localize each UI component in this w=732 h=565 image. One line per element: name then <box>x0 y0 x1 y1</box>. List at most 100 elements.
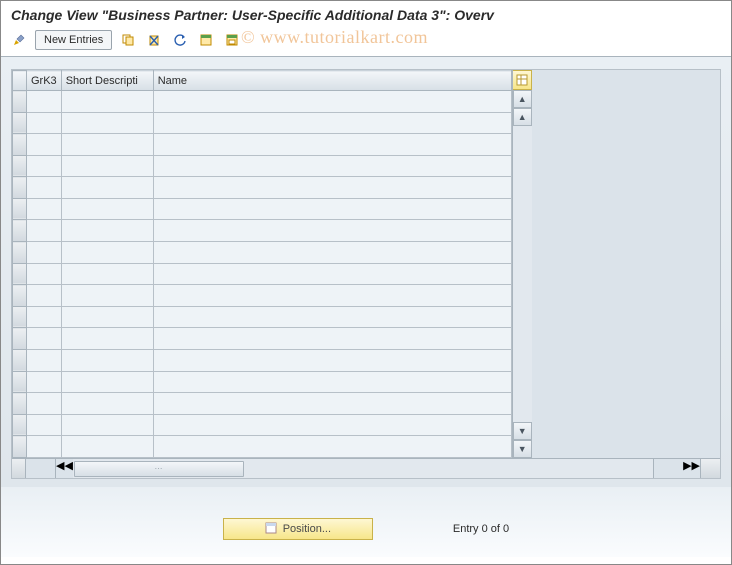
delete-icon[interactable] <box>144 30 164 50</box>
cell-name[interactable] <box>153 220 511 242</box>
cell-short-desc[interactable] <box>61 134 153 156</box>
row-selector[interactable] <box>13 155 27 177</box>
scroll-left-first-icon[interactable]: ◀ <box>56 459 64 478</box>
cell-short-desc[interactable] <box>61 263 153 285</box>
select-all-header[interactable] <box>13 71 27 91</box>
cell-name[interactable] <box>153 263 511 285</box>
cell-name[interactable] <box>153 155 511 177</box>
cell-name[interactable] <box>153 285 511 307</box>
row-selector[interactable] <box>13 371 27 393</box>
column-header-grk3[interactable]: GrK3 <box>27 71 62 91</box>
row-selector[interactable] <box>13 306 27 328</box>
horizontal-scrollbar[interactable]: ⋯ <box>73 459 653 478</box>
cell-short-desc[interactable] <box>61 112 153 134</box>
vertical-scrollbar[interactable]: ▲ ▲ ▼ ▼ <box>513 90 532 458</box>
cell-short-desc[interactable] <box>61 436 153 458</box>
cell-grk3[interactable] <box>27 285 62 307</box>
new-entries-button[interactable]: New Entries <box>35 30 112 50</box>
cell-grk3[interactable] <box>27 112 62 134</box>
row-selector[interactable] <box>13 328 27 350</box>
row-selector[interactable] <box>13 285 27 307</box>
table-row[interactable] <box>13 263 512 285</box>
table-row[interactable] <box>13 134 512 156</box>
scroll-left-icon[interactable]: ◀ <box>64 459 72 478</box>
row-selector[interactable] <box>13 112 27 134</box>
column-header-short-desc[interactable]: Short Descripti <box>61 71 153 91</box>
cell-grk3[interactable] <box>27 134 62 156</box>
cell-grk3[interactable] <box>27 436 62 458</box>
cell-name[interactable] <box>153 328 511 350</box>
table-row[interactable] <box>13 328 512 350</box>
cell-grk3[interactable] <box>27 306 62 328</box>
cell-short-desc[interactable] <box>61 155 153 177</box>
cell-grk3[interactable] <box>27 177 62 199</box>
table-settings-icon[interactable] <box>513 70 532 90</box>
cell-name[interactable] <box>153 393 511 415</box>
cell-short-desc[interactable] <box>61 393 153 415</box>
copy-icon[interactable] <box>118 30 138 50</box>
table-row[interactable] <box>13 220 512 242</box>
undo-icon[interactable] <box>170 30 190 50</box>
scrollbar-thumb[interactable]: ⋯ <box>74 461 244 477</box>
row-selector[interactable] <box>13 436 27 458</box>
cell-grk3[interactable] <box>27 328 62 350</box>
table-row[interactable] <box>13 242 512 264</box>
cell-name[interactable] <box>153 112 511 134</box>
cell-grk3[interactable] <box>27 349 62 371</box>
cell-name[interactable] <box>153 177 511 199</box>
cell-name[interactable] <box>153 349 511 371</box>
cell-name[interactable] <box>153 198 511 220</box>
cell-name[interactable] <box>153 91 511 113</box>
cell-name[interactable] <box>153 242 511 264</box>
row-selector[interactable] <box>13 134 27 156</box>
table-row[interactable] <box>13 155 512 177</box>
cell-short-desc[interactable] <box>61 198 153 220</box>
cell-name[interactable] <box>153 414 511 436</box>
cell-name[interactable] <box>153 371 511 393</box>
scroll-down-icon[interactable]: ▼ <box>513 422 532 440</box>
cell-name[interactable] <box>153 436 511 458</box>
cell-short-desc[interactable] <box>61 242 153 264</box>
table-row[interactable] <box>13 177 512 199</box>
table-row[interactable] <box>13 371 512 393</box>
table-row[interactable] <box>13 414 512 436</box>
cell-short-desc[interactable] <box>61 349 153 371</box>
scroll-right-icon[interactable]: ▶ <box>683 459 691 478</box>
table-row[interactable] <box>13 393 512 415</box>
row-selector[interactable] <box>13 349 27 371</box>
cell-name[interactable] <box>153 306 511 328</box>
row-selector[interactable] <box>13 393 27 415</box>
cell-short-desc[interactable] <box>61 220 153 242</box>
cell-grk3[interactable] <box>27 91 62 113</box>
position-button[interactable]: Position... <box>223 518 373 540</box>
cell-grk3[interactable] <box>27 371 62 393</box>
change-icon[interactable] <box>9 30 29 50</box>
cell-grk3[interactable] <box>27 393 62 415</box>
cell-grk3[interactable] <box>27 263 62 285</box>
scroll-down-icon[interactable]: ▼ <box>513 440 532 458</box>
cell-name[interactable] <box>153 134 511 156</box>
table-row[interactable] <box>13 285 512 307</box>
row-selector[interactable] <box>13 198 27 220</box>
scroll-up-icon[interactable]: ▲ <box>513 108 532 126</box>
column-header-name[interactable]: Name <box>153 71 511 91</box>
cell-short-desc[interactable] <box>61 285 153 307</box>
cell-grk3[interactable] <box>27 414 62 436</box>
scroll-right-last-icon[interactable]: ▶ <box>692 459 700 478</box>
table-row[interactable] <box>13 436 512 458</box>
cell-grk3[interactable] <box>27 220 62 242</box>
cell-short-desc[interactable] <box>61 371 153 393</box>
row-selector[interactable] <box>13 177 27 199</box>
row-selector[interactable] <box>13 91 27 113</box>
table-row[interactable] <box>13 198 512 220</box>
select-all-icon[interactable] <box>196 30 216 50</box>
cell-grk3[interactable] <box>27 155 62 177</box>
table-row[interactable] <box>13 91 512 113</box>
cell-short-desc[interactable] <box>61 177 153 199</box>
cell-short-desc[interactable] <box>61 414 153 436</box>
scroll-up-icon[interactable]: ▲ <box>513 90 532 108</box>
table-row[interactable] <box>13 306 512 328</box>
table-row[interactable] <box>13 349 512 371</box>
row-selector[interactable] <box>13 414 27 436</box>
table-row[interactable] <box>13 112 512 134</box>
